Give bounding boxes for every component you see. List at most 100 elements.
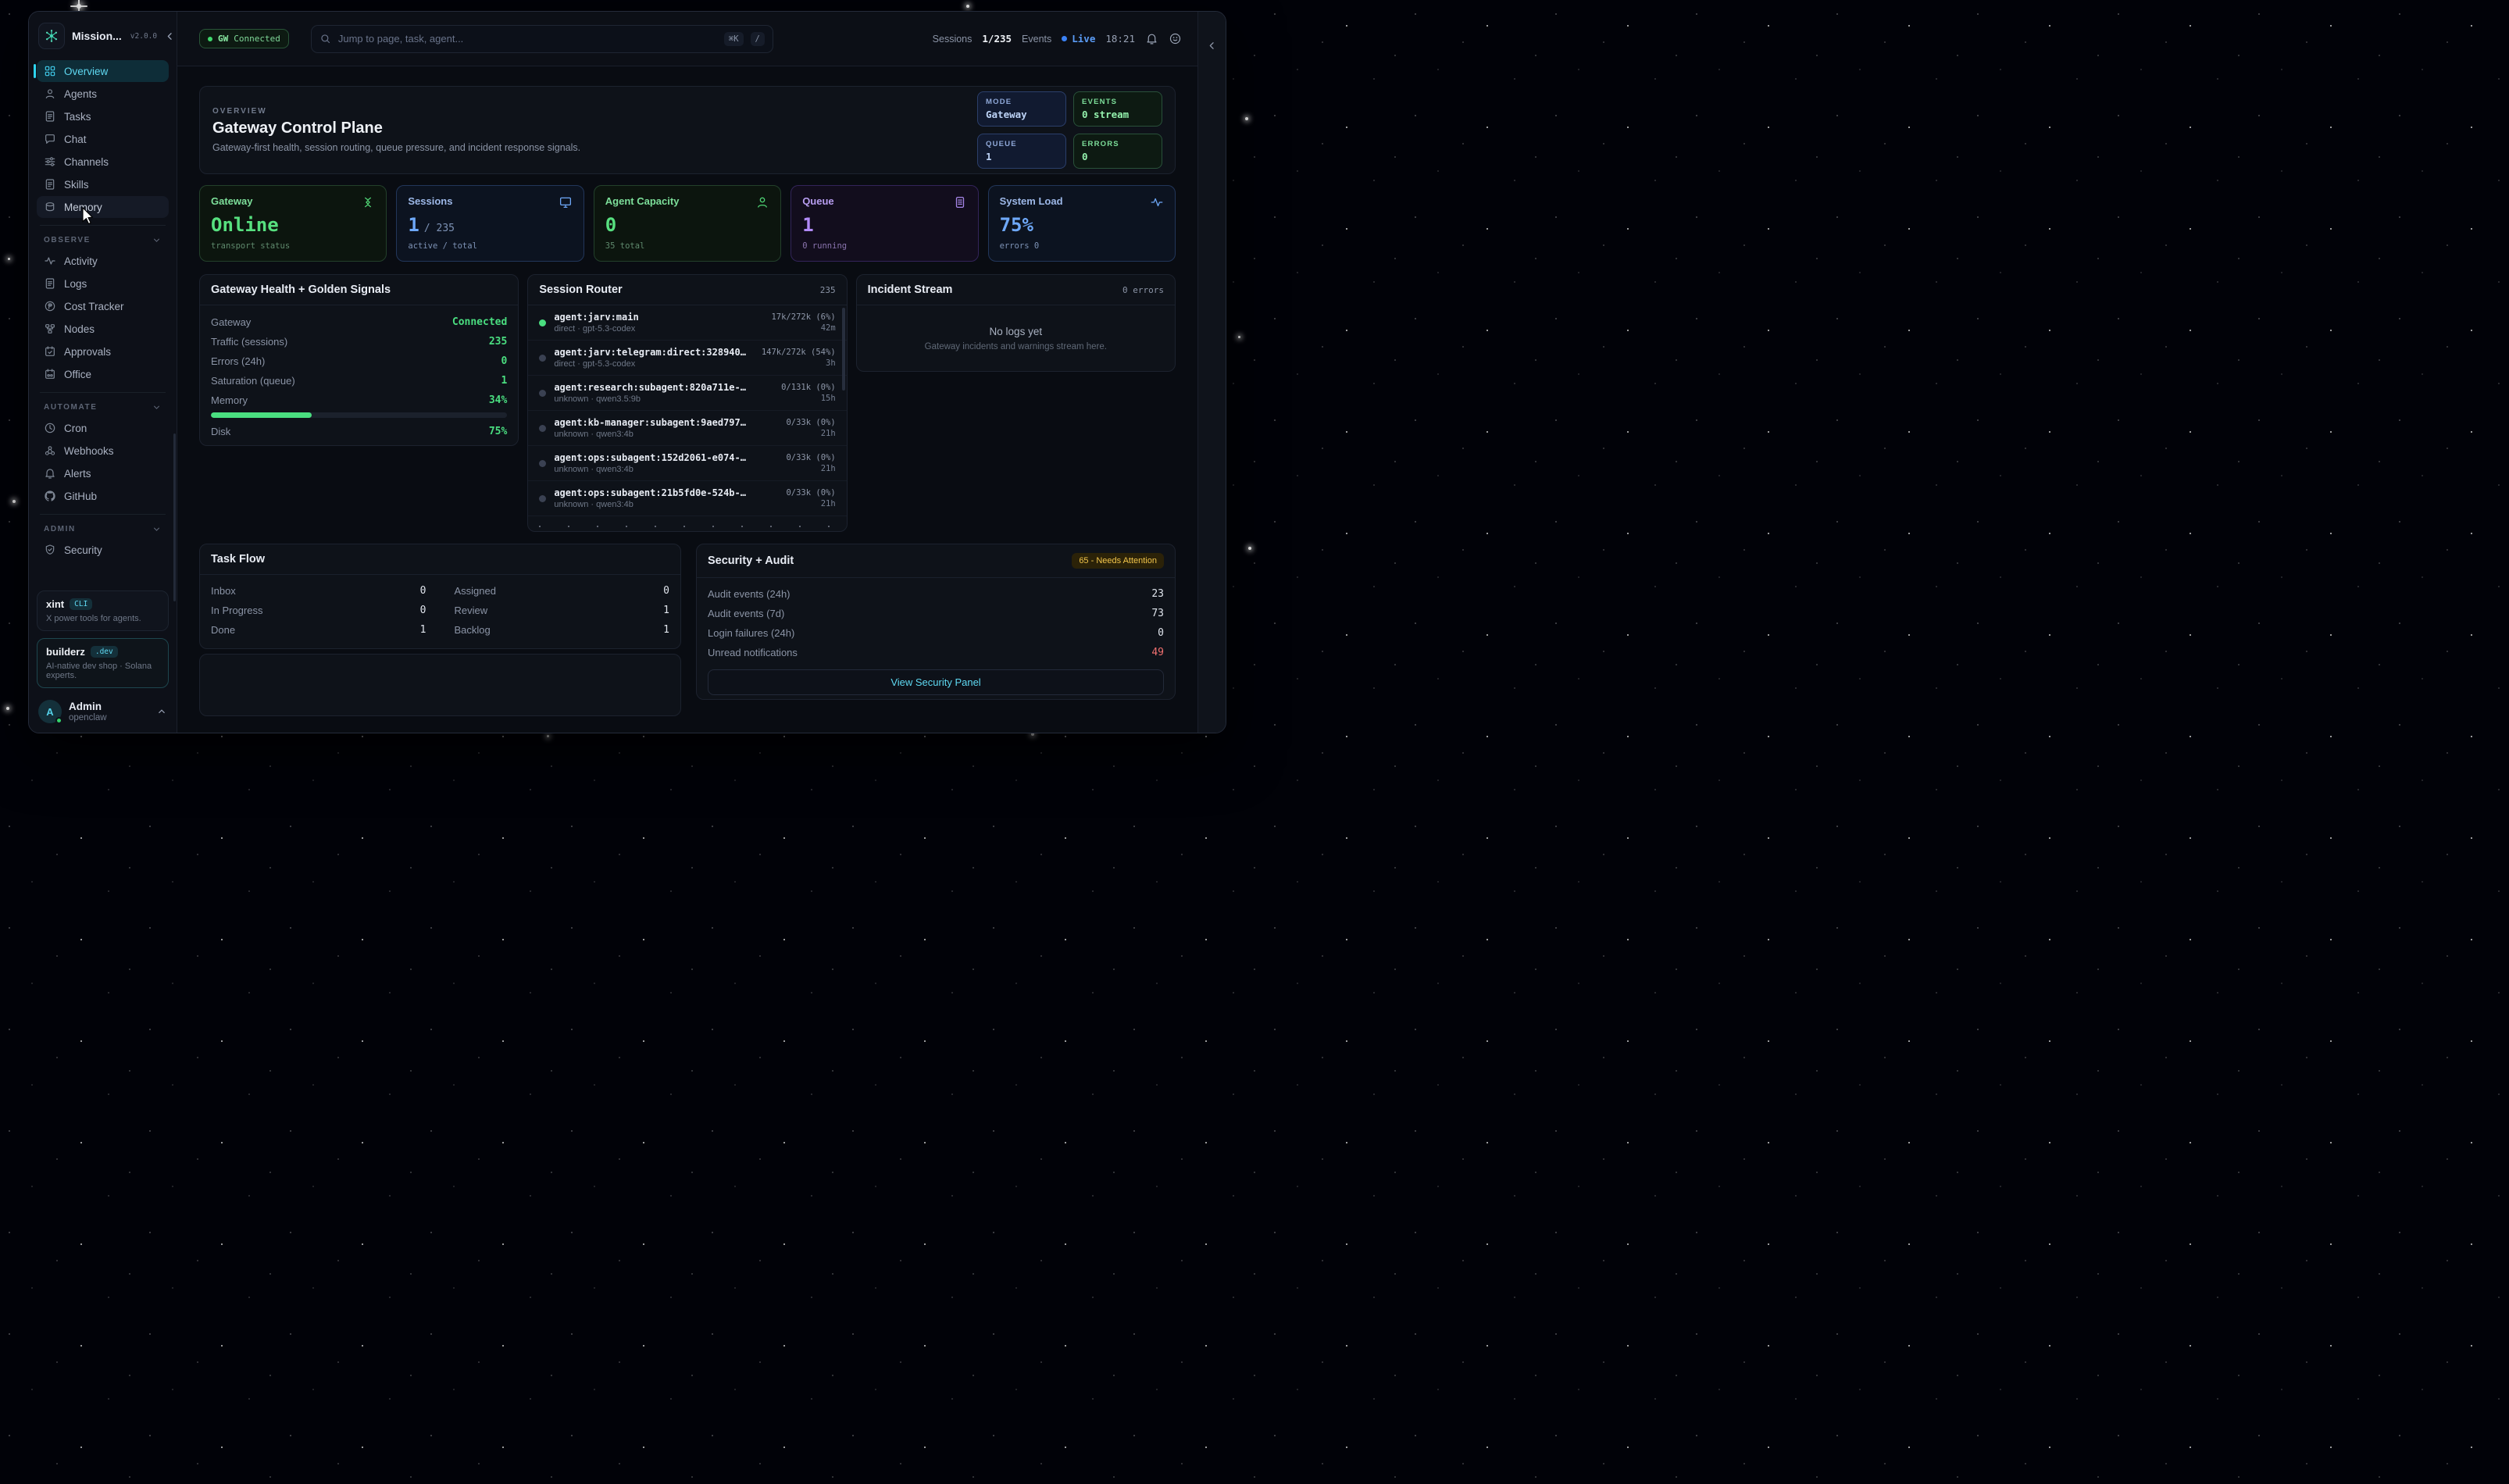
sidebar-item-chat[interactable]: Chat [37,128,169,150]
sidebar-scrollbar[interactable] [173,433,176,601]
sidebar-item-label: Activity [64,255,98,267]
sidebar-item-agents[interactable]: Agents [37,83,169,105]
security-audit-panel: Security + Audit 65 - Needs Attention Au… [696,544,1176,700]
feedback-button[interactable] [1169,32,1182,45]
router-scrollbar[interactable] [842,308,845,391]
empty-state-title: No logs yet [990,326,1043,337]
document-list-icon [953,195,967,209]
sidebar-item-label: Webhooks [64,445,114,457]
star [966,5,969,8]
search-input[interactable] [338,33,717,45]
health-panel: Gateway Health + Golden Signals GatewayC… [199,274,519,446]
session-row[interactable]: agent:kb-manager:subagent:9aed797e-723f-… [528,411,846,446]
search-icon [319,33,331,45]
sidebar-item-label: Memory [64,202,102,213]
clipped-session-row [539,526,835,528]
page-subtitle: Gateway-first health, session routing, q… [212,142,580,153]
grid-icon [44,65,56,77]
sidebar-item-logs[interactable]: Logs [37,273,169,294]
collapse-right-panel-button[interactable] [1206,40,1218,52]
middle-panels-row: Gateway Health + Golden Signals GatewayC… [199,274,1176,532]
notifications-button[interactable] [1145,32,1158,45]
sidebar-item-github[interactable]: GitHub [37,485,169,507]
promo-title: builderz [46,646,85,658]
panel-title: Session Router [539,284,622,296]
session-row[interactable]: agent:research:subagent:820a711e-db5b-4e… [528,376,846,411]
health-row: Errors (24h)0 [211,351,507,371]
sidebar-item-label: Tasks [64,111,91,123]
sidebar-item-overview[interactable]: Overview [37,60,169,82]
smiley-face-icon [1169,32,1182,45]
clock: 18:21 [1105,33,1135,45]
chevron-up-icon [156,706,167,717]
sidebar-item-skills[interactable]: Skills [37,173,169,195]
health-row-memory: Memory34% [211,391,507,410]
sidebar-item-memory[interactable]: Memory [37,196,169,218]
sidebar-item-channels[interactable]: Channels [37,151,169,173]
app-version: v2.0.0 [130,32,157,41]
sidebar-item-cost-tracker[interactable]: Cost Tracker [37,295,169,317]
events-label: Events [1022,34,1051,45]
star [8,258,10,260]
user-menu[interactable]: A Admin openclaw [37,695,169,725]
user-icon [755,195,769,209]
empty-state: No logs yet Gateway incidents and warnin… [857,305,1175,372]
file-icon [44,178,56,191]
avatar: A [38,700,62,723]
github-icon [44,490,56,502]
database-icon [44,201,56,213]
sidebar-item-webhooks[interactable]: Webhooks [37,440,169,462]
health-row: Saturation (queue)1 [211,371,507,391]
promo-card-builderz[interactable]: builderz .dev AI-native dev shop · Solan… [37,638,169,688]
star [12,500,16,503]
session-status-dot [539,319,546,326]
divider [40,514,166,515]
error-count: 0 errors [1122,285,1164,295]
empty-state-subtitle: Gateway incidents and warnings stream he… [925,342,1107,351]
task-row: Assigned0 [455,581,670,601]
session-row[interactable]: agent:ops:subagent:21b5fd0e-524b-48f0-99… [528,481,846,516]
session-status-dot [539,355,546,362]
needs-attention-badge: 65 - Needs Attention [1072,553,1164,569]
file-text-icon [44,277,56,290]
sidebar-item-tasks[interactable]: Tasks [37,105,169,127]
main-area: GW Connected ⌘K / Sessions 1/235 Events … [177,12,1197,733]
sidebar-section-admin[interactable]: ADMIN [37,522,169,539]
sessions-count: 1/235 [982,33,1012,45]
sidebar-collapse-button[interactable] [164,30,176,42]
task-flow-panel: Task Flow Inbox0 Assigned0 In Progress0 … [199,544,681,649]
global-search[interactable]: ⌘K / [311,25,773,53]
sidebar-item-nodes[interactable]: Nodes [37,318,169,340]
sidebar-item-approvals[interactable]: Approvals [37,341,169,362]
promo-badge: CLI [70,598,92,610]
promo-card-xint[interactable]: xint CLI X power tools for agents. [37,590,169,631]
divider [40,225,166,226]
sidebar-item-security[interactable]: Security [37,539,169,561]
clock-icon [44,422,56,434]
topbar-status-group: Sessions 1/235 Events Live 18:21 [933,32,1182,45]
view-security-panel-button[interactable]: View Security Panel [708,669,1164,695]
bell-icon [44,467,56,480]
session-row[interactable]: agent:ops:subagent:152d2061-e074-41fb-8e… [528,446,846,481]
sidebar-item-activity[interactable]: Activity [37,250,169,272]
sidebar-item-office[interactable]: Office [37,363,169,385]
session-status-dot [539,460,546,467]
sidebar-section-observe[interactable]: OBSERVE [37,233,169,250]
session-row[interactable]: agent:jarv:telegram:direct:328940762dire… [528,341,846,376]
sidebar-item-cron[interactable]: Cron [37,417,169,439]
promo-description: AI-native dev shop · Solana experts. [46,662,159,680]
sidebar-section-automate[interactable]: AUTOMATE [37,400,169,417]
kbd-slash: / [751,32,765,46]
panel-title: Security + Audit [708,555,794,567]
sidebar-item-alerts[interactable]: Alerts [37,462,169,484]
errors-badge: ERRORS 0 [1073,134,1162,169]
shield-check-icon [44,544,56,556]
app-logo [38,23,65,49]
sidebar-item-label: Channels [64,156,109,168]
session-row[interactable]: agent:jarv:maindirect · gpt-5.3-codex 17… [528,305,846,341]
page-content: OVERVIEW Gateway Control Plane Gateway-f… [177,66,1197,733]
gateway-status-pill: GW Connected [199,29,289,48]
sidebar-item-label: Skills [64,179,89,191]
star [1245,117,1248,120]
sidebar-item-label: Approvals [64,346,111,358]
